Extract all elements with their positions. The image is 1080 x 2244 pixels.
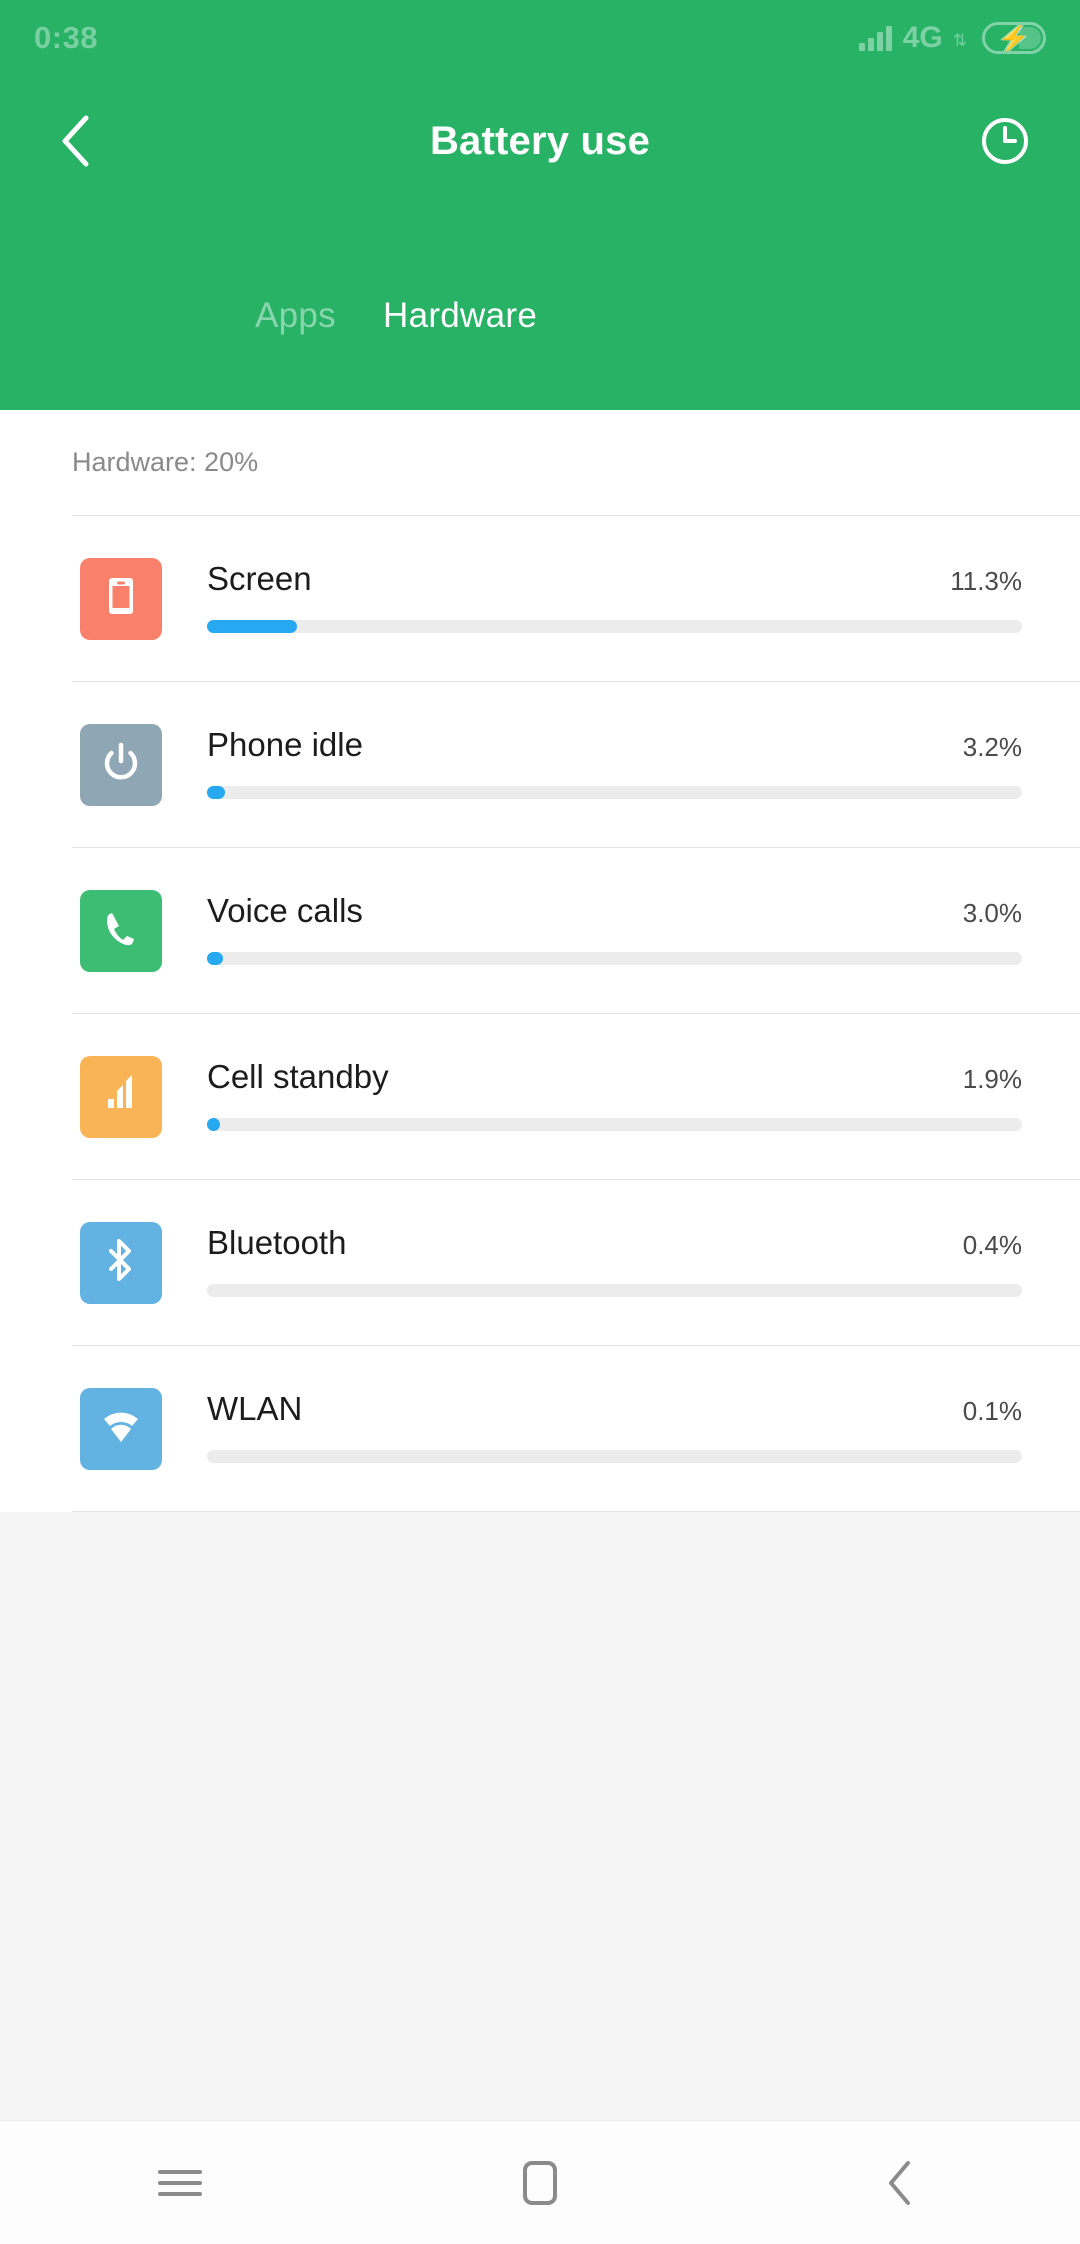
usage-progress-track xyxy=(207,1283,1022,1297)
home-icon xyxy=(523,2160,557,2205)
menu-button[interactable] xyxy=(120,2121,240,2244)
back-nav-button[interactable] xyxy=(840,2121,960,2244)
signal-bars-icon xyxy=(858,25,892,51)
row-top: Cell standby 1.9% xyxy=(207,1056,1022,1096)
usage-progress-track xyxy=(207,785,1022,799)
back-chevron-icon xyxy=(889,2160,910,2205)
row-top: Bluetooth 0.4% xyxy=(207,1222,1022,1262)
row-body: Voice calls 3.0% xyxy=(207,890,1022,972)
bluetooth-icon-tile xyxy=(80,1221,162,1304)
battery-charging-icon: ⚡ xyxy=(982,22,1046,54)
page-title: Battery use xyxy=(429,118,651,163)
row-top: Phone idle 3.2% xyxy=(207,724,1022,764)
usage-progress-fill xyxy=(207,785,225,799)
table-row[interactable]: Cell standby 1.9% xyxy=(0,1014,1080,1179)
row-percent: 0.1% xyxy=(962,1395,1022,1426)
row-body: WLAN 0.1% xyxy=(207,1388,1022,1470)
table-row[interactable]: WLAN 0.1% xyxy=(0,1346,1080,1511)
usage-progress-fill xyxy=(207,951,224,965)
row-body: Bluetooth 0.4% xyxy=(207,1222,1022,1304)
phone-icon-tile xyxy=(80,889,162,972)
cell-signal-icon-tile xyxy=(80,1055,162,1138)
system-navigation-bar xyxy=(0,2120,1080,2244)
row-top: Voice calls 3.0% xyxy=(207,890,1022,930)
status-clock: 0:38 xyxy=(34,20,99,55)
app-header: 0:38 4G ⇅ ⚡ Battery use Apps Hardware xyxy=(0,0,1080,410)
row-top: WLAN 0.1% xyxy=(207,1388,1022,1428)
table-row[interactable]: Bluetooth 0.4% xyxy=(0,1180,1080,1345)
row-body: Phone idle 3.2% xyxy=(207,724,1022,806)
row-percent: 3.0% xyxy=(962,897,1022,928)
wifi-icon xyxy=(98,1403,144,1454)
title-bar: Battery use xyxy=(0,76,1080,206)
row-label: Phone idle xyxy=(207,725,363,763)
row-percent: 0.4% xyxy=(962,1229,1022,1260)
status-bar: 0:38 4G ⇅ ⚡ xyxy=(0,0,1080,76)
clock-icon xyxy=(982,118,1028,164)
phone-screen: 0:38 4G ⇅ ⚡ Battery use Apps Hardware Ha… xyxy=(0,0,1080,2244)
tab-apps[interactable]: Apps xyxy=(255,296,336,336)
table-row[interactable]: Screen 11.3% xyxy=(0,516,1080,681)
history-button[interactable] xyxy=(974,110,1036,172)
row-body: Screen 11.3% xyxy=(207,558,1022,640)
table-row[interactable]: Voice calls 3.0% xyxy=(0,848,1080,1013)
menu-icon xyxy=(158,2163,202,2203)
power-icon xyxy=(98,739,144,790)
usage-progress-fill xyxy=(207,1117,221,1131)
row-percent: 3.2% xyxy=(962,731,1022,762)
bluetooth-icon xyxy=(98,1237,144,1288)
tab-bar: Apps Hardware xyxy=(0,266,1080,366)
usage-progress-track xyxy=(207,1117,1022,1131)
row-label: Bluetooth xyxy=(207,1223,347,1261)
data-transfer-arrows-icon: ⇅ xyxy=(952,30,967,50)
usage-progress-track xyxy=(207,951,1022,965)
row-label: Voice calls xyxy=(207,891,363,929)
phone-icon xyxy=(98,905,144,956)
power-icon-tile xyxy=(80,723,162,806)
chevron-left-icon xyxy=(62,115,89,167)
bolt-glyph: ⚡ xyxy=(997,23,1031,53)
row-percent: 11.3% xyxy=(950,565,1022,596)
hardware-usage-list: Hardware: 20% Screen 11.3% Phone idle 3.2% V… xyxy=(0,410,1080,1512)
home-button[interactable] xyxy=(480,2121,600,2244)
usage-progress-fill xyxy=(207,619,297,633)
status-icons: 4G ⇅ ⚡ xyxy=(858,21,1046,55)
wifi-icon-tile xyxy=(80,1387,162,1470)
cell-signal-icon xyxy=(98,1071,144,1122)
usage-progress-track xyxy=(207,619,1022,633)
screen-icon xyxy=(98,573,144,624)
row-body: Cell standby 1.9% xyxy=(207,1056,1022,1138)
row-percent: 1.9% xyxy=(962,1063,1022,1094)
row-label: Cell standby xyxy=(207,1057,389,1095)
table-row[interactable]: Phone idle 3.2% xyxy=(0,682,1080,847)
row-label: WLAN xyxy=(207,1389,303,1427)
empty-area xyxy=(0,1512,1080,2120)
network-type-label: 4G xyxy=(902,21,943,54)
row-label: Screen xyxy=(207,559,312,597)
section-label: Hardware: 20% xyxy=(72,447,259,477)
usage-progress-track xyxy=(207,1449,1022,1463)
rows-container: Screen 11.3% Phone idle 3.2% Voice calls 3.0%… xyxy=(0,516,1080,1512)
row-top: Screen 11.3% xyxy=(207,558,1022,598)
back-button[interactable] xyxy=(44,110,106,172)
screen-icon-tile xyxy=(80,557,162,640)
tab-hardware[interactable]: Hardware xyxy=(383,296,537,336)
